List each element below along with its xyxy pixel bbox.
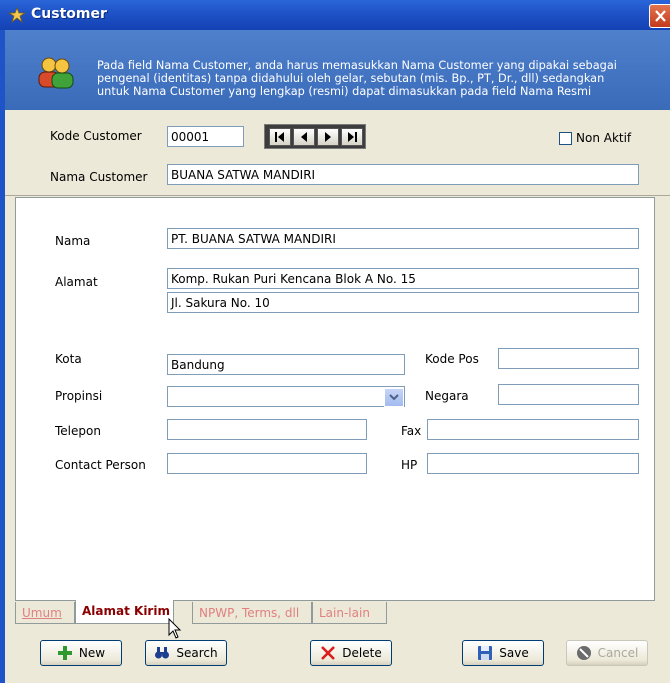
alamat-line-1-input[interactable]: Komp. Rukan Puri Kencana Blok A No. 15: [167, 268, 639, 289]
save-button-label: Save: [499, 646, 529, 660]
nama-customer-input[interactable]: BUANA SATWA MANDIRI: [167, 164, 639, 185]
kota-label: Kota: [55, 352, 82, 366]
save-button[interactable]: Save: [462, 640, 544, 666]
contact-person-input[interactable]: [167, 453, 367, 474]
nama-label: Nama: [55, 234, 91, 248]
banner-help-text: Pada field Nama Customer, anda harus mem…: [97, 59, 657, 98]
record-navigator: [264, 124, 366, 149]
negara-input[interactable]: [498, 384, 639, 405]
telepon-input[interactable]: [167, 419, 367, 440]
search-button[interactable]: Search: [145, 640, 227, 666]
new-button-label: New: [78, 646, 106, 660]
non-aktif-label: Non Aktif: [576, 131, 632, 145]
title-bar[interactable]: Customer: [0, 0, 670, 30]
binoculars-icon: [155, 647, 170, 659]
first-record-button[interactable]: [269, 128, 291, 146]
kode-pos-label: Kode Pos: [425, 352, 479, 366]
info-banner: Pada field Nama Customer, anda harus mem…: [5, 30, 670, 110]
fax-label: Fax: [401, 424, 422, 438]
new-button[interactable]: New: [40, 640, 122, 666]
telepon-label: Telepon: [55, 424, 101, 438]
cancel-icon: [576, 646, 591, 660]
mouse-cursor-icon: [168, 618, 182, 639]
kode-pos-input[interactable]: [498, 348, 639, 369]
cancel-button[interactable]: Cancel: [566, 640, 648, 666]
tab-lain-lain[interactable]: Lain-lain: [312, 602, 387, 624]
close-icon: [655, 10, 666, 22]
alamat-label: Alamat: [55, 275, 98, 289]
header-divider: [5, 195, 670, 196]
tab-npwp-terms[interactable]: NPWP, Terms, dll: [192, 602, 312, 624]
banner-line-3: untuk Nama Customer yang lengkap (resmi)…: [97, 85, 592, 98]
customer-app-icon: [8, 7, 26, 23]
tab-alamat-kirim[interactable]: Alamat Kirim: [75, 600, 174, 624]
propinsi-select[interactable]: [167, 386, 405, 407]
non-aktif-checkbox[interactable]: [559, 132, 572, 145]
tab-umum[interactable]: Umum: [15, 602, 75, 624]
fax-input[interactable]: [427, 419, 639, 440]
tab-umum-label: Umum: [22, 606, 62, 620]
search-button-label: Search: [176, 646, 218, 660]
previous-record-icon: [301, 132, 307, 142]
delete-button[interactable]: Delete: [310, 640, 392, 666]
propinsi-dropdown-button[interactable]: [384, 388, 404, 407]
window-border: [0, 30, 5, 683]
contact-person-label: Contact Person: [55, 458, 146, 472]
last-record-button[interactable]: [341, 128, 363, 146]
users-icon: [38, 57, 74, 89]
nama-input[interactable]: PT. BUANA SATWA MANDIRI: [167, 228, 639, 249]
first-record-icon: [275, 132, 284, 142]
kota-input[interactable]: Bandung: [167, 354, 405, 375]
window-title: Customer: [31, 6, 107, 22]
cancel-button-label: Cancel: [597, 646, 639, 660]
delete-button-label: Delete: [342, 646, 382, 660]
kode-customer-label: Kode Customer: [50, 129, 142, 143]
banner-line-1: Pada field Nama Customer, anda harus mem…: [97, 59, 617, 72]
next-record-icon: [325, 132, 331, 142]
kode-customer-input[interactable]: 00001: [167, 126, 244, 147]
next-record-button[interactable]: [317, 128, 339, 146]
tab-lain-lain-label: Lain-lain: [319, 606, 370, 620]
hp-label: HP: [401, 458, 418, 472]
delete-x-icon: [321, 646, 336, 660]
tab-alamat-kirim-label: Alamat Kirim: [82, 604, 170, 618]
nama-customer-label: Nama Customer: [50, 170, 148, 184]
hp-input[interactable]: [427, 453, 639, 474]
close-button[interactable]: [649, 4, 670, 28]
propinsi-label: Propinsi: [55, 389, 103, 403]
floppy-disk-icon: [478, 646, 493, 660]
previous-record-button[interactable]: [293, 128, 315, 146]
banner-line-2: pengenal (identitas) tanpa didahului ole…: [97, 72, 605, 85]
negara-label: Negara: [425, 389, 469, 403]
customer-window: Customer Pada field Nama Customer, anda …: [0, 0, 670, 683]
tab-npwp-terms-label: NPWP, Terms, dll: [199, 606, 300, 620]
chevron-down-icon: [389, 394, 399, 401]
last-record-icon: [348, 132, 357, 142]
alamat-line-2-input[interactable]: Jl. Sakura No. 10: [167, 292, 639, 313]
plus-icon: [57, 646, 72, 660]
